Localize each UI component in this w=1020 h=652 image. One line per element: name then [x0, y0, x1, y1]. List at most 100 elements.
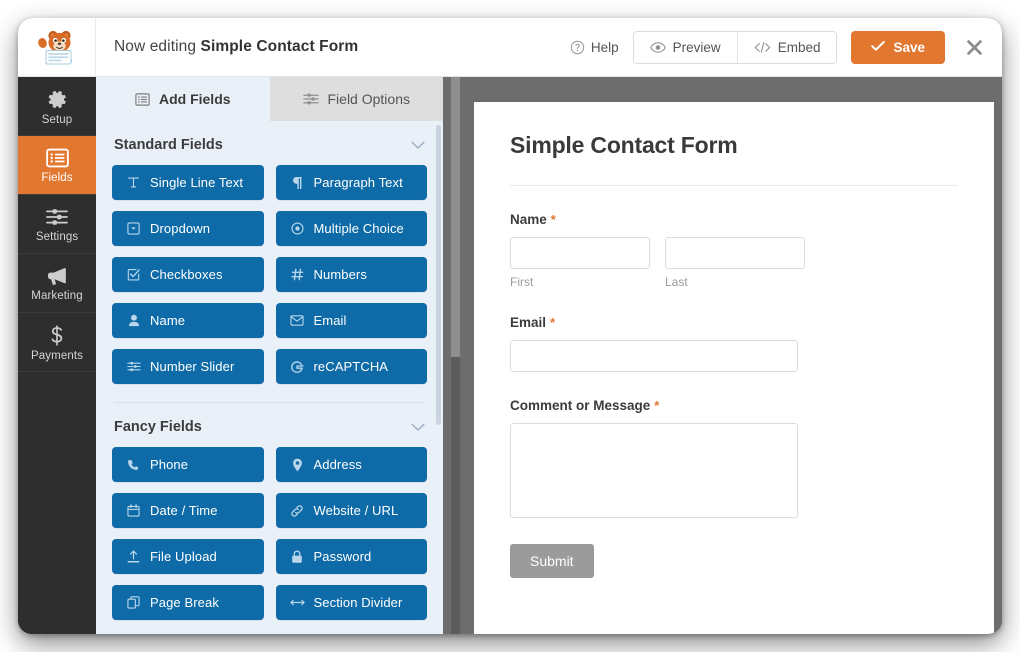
field-button-number-slider[interactable]: Number Slider	[112, 349, 264, 384]
field-label: Date / Time	[150, 503, 218, 518]
comment-textarea[interactable]	[510, 423, 798, 518]
label-text: Email	[510, 315, 546, 330]
field-button-dropdown[interactable]: Dropdown	[112, 211, 264, 246]
fields-list-scroll[interactable]: Standard Fields Single	[96, 121, 443, 634]
top-bar-actions: Help Preview	[564, 31, 1002, 64]
sidebar-item-marketing[interactable]: Marketing	[18, 254, 96, 313]
wpforms-bear-mascot-logo	[34, 28, 80, 66]
top-bar: Now editing Simple Contact Form Help	[18, 18, 1002, 77]
embed-button[interactable]: Embed	[738, 32, 837, 63]
form-list-icon	[135, 93, 150, 106]
eye-icon	[650, 41, 666, 54]
form-list-icon	[46, 148, 69, 168]
add-fields-panel: Add Fields Field Options	[96, 77, 443, 634]
field-button-checkboxes[interactable]: Checkboxes	[112, 257, 264, 292]
sidebar-item-settings[interactable]: Settings	[18, 195, 96, 254]
panel-scrollbar[interactable]	[436, 125, 441, 425]
field-label: File Upload	[150, 549, 217, 564]
sidebar-label-setup: Setup	[42, 114, 73, 126]
first-name-input[interactable]	[510, 237, 650, 269]
field-label: Email	[314, 313, 347, 328]
page-title: Now editing Simple Contact Form	[114, 38, 358, 56]
sliders-icon	[303, 92, 319, 106]
field-button-numbers[interactable]: Numbers	[276, 257, 428, 292]
field-button-paragraph-text[interactable]: Paragraph Text	[276, 165, 428, 200]
tab-field-options[interactable]: Field Options	[270, 77, 444, 121]
field-button-single-line-text[interactable]: Single Line Text	[112, 165, 264, 200]
help-label: Help	[591, 40, 619, 55]
save-label: Save	[893, 40, 925, 55]
sidebar-item-fields[interactable]: Fields	[18, 136, 96, 195]
map-pin-icon	[290, 458, 305, 472]
section-title-standard: Standard Fields	[114, 137, 223, 153]
section-title-fancy: Fancy Fields	[114, 419, 202, 435]
field-label: Paragraph Text	[314, 175, 403, 190]
preview-scrollbar-thumb[interactable]	[451, 77, 460, 357]
field-label: reCAPTCHA	[314, 359, 389, 374]
check-icon	[871, 40, 885, 55]
sidebar-label-marketing: Marketing	[31, 290, 82, 302]
editing-form-name: Simple Contact Form	[201, 38, 359, 55]
close-icon[interactable]	[965, 38, 984, 57]
field-button-date-time[interactable]: Date / Time	[112, 493, 264, 528]
field-button-address[interactable]: Address	[276, 447, 428, 482]
field-label: Page Break	[150, 595, 219, 610]
checkbox-checked-icon	[126, 268, 141, 281]
preview-field-name[interactable]: Name * First Last	[510, 212, 958, 289]
field-button-name[interactable]: Name	[112, 303, 264, 338]
sidebar-item-setup[interactable]: Setup	[18, 77, 96, 136]
email-input[interactable]	[510, 340, 798, 372]
field-button-password[interactable]: Password	[276, 539, 428, 574]
section-header-fancy-fields[interactable]: Fancy Fields	[112, 403, 427, 447]
field-button-website-url[interactable]: Website / URL	[276, 493, 428, 528]
app-window: Now editing Simple Contact Form Help	[18, 18, 1002, 634]
form-preview-card: Simple Contact Form Name * First	[474, 102, 994, 634]
submit-button[interactable]: Submit	[510, 544, 594, 578]
field-button-phone[interactable]: Phone	[112, 447, 264, 482]
help-button[interactable]: Help	[564, 34, 633, 61]
pages-copy-icon	[126, 596, 141, 609]
field-button-multiple-choice[interactable]: Multiple Choice	[276, 211, 428, 246]
first-name-sublabel: First	[510, 275, 650, 289]
field-button-page-break[interactable]: Page Break	[112, 585, 264, 620]
preview-embed-group: Preview Embed	[633, 31, 838, 64]
sidebar-label-fields: Fields	[41, 172, 72, 184]
field-button-recaptcha[interactable]: reCAPTCHA	[276, 349, 428, 384]
field-label: Checkboxes	[150, 267, 223, 282]
code-brackets-icon	[754, 41, 771, 54]
lock-icon	[290, 550, 305, 564]
link-chain-icon	[290, 504, 305, 518]
envelope-icon	[290, 315, 305, 326]
sidebar-item-payments[interactable]: Payments	[18, 313, 96, 372]
panel-tabs: Add Fields Field Options	[96, 77, 443, 121]
tab-add-fields[interactable]: Add Fields	[96, 77, 270, 121]
sidebar-label-payments: Payments	[31, 350, 83, 362]
label-text: Name	[510, 212, 547, 227]
text-cursor-icon	[126, 176, 141, 189]
required-asterisk: *	[654, 398, 659, 413]
user-icon	[126, 314, 141, 327]
field-label: Password	[314, 549, 372, 564]
preview-field-comment[interactable]: Comment or Message *	[510, 398, 958, 518]
field-label: Dropdown	[150, 221, 210, 236]
form-preview-title: Simple Contact Form	[510, 132, 958, 159]
field-button-email[interactable]: Email	[276, 303, 428, 338]
embed-label: Embed	[778, 40, 821, 55]
chevron-down-icon	[411, 141, 425, 150]
tab-label-add-fields: Add Fields	[159, 91, 231, 107]
field-label: Website / URL	[314, 503, 399, 518]
preview-button[interactable]: Preview	[634, 32, 738, 63]
field-label: Address	[314, 457, 362, 472]
save-button[interactable]: Save	[851, 31, 945, 64]
left-nav-rail: Setup Fields	[18, 77, 96, 634]
sliders-icon	[126, 360, 141, 373]
question-circle-icon	[570, 40, 585, 55]
field-button-file-upload[interactable]: File Upload	[112, 539, 264, 574]
field-label: Section Divider	[314, 595, 403, 610]
preview-field-email[interactable]: Email *	[510, 315, 958, 372]
last-name-input[interactable]	[665, 237, 805, 269]
section-header-standard-fields[interactable]: Standard Fields	[112, 121, 427, 165]
field-label: Name	[150, 313, 185, 328]
paragraph-pilcrow-icon	[290, 176, 305, 190]
field-button-section-divider[interactable]: Section Divider	[276, 585, 428, 620]
